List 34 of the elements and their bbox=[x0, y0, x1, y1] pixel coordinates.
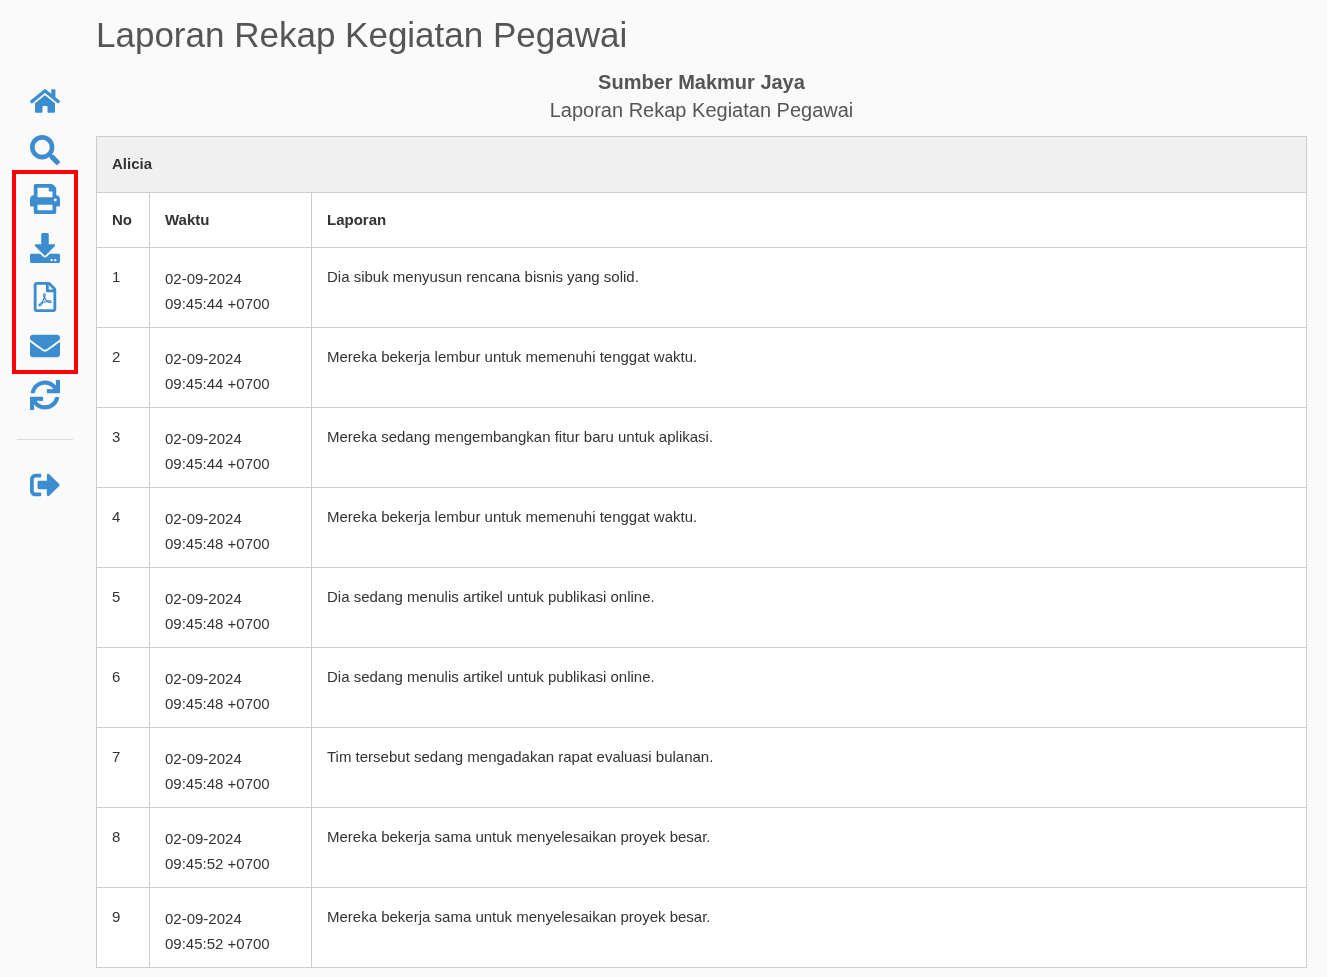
page-title: Laporan Rekap Kegiatan Pegawai bbox=[96, 14, 629, 56]
report-subtitle: Laporan Rekap Kegiatan Pegawai bbox=[549, 98, 854, 123]
table-cell: 8 bbox=[112, 828, 121, 845]
column-header: Laporan bbox=[327, 210, 387, 228]
table-cell-text: 02-09-2024 09:45:52 +0700 bbox=[165, 829, 271, 874]
table-cell-text: 02-09-2024 09:45:44 +0700 bbox=[165, 429, 271, 474]
table-cell: Mereka bekerja lembur untuk memenuhi tenggat waktu. bbox=[327, 348, 698, 365]
table-cell: Dia sibuk menyusun rencana bisnis yang solid. bbox=[327, 268, 639, 285]
column-header: No bbox=[112, 210, 132, 228]
table-cell: 4 bbox=[112, 508, 121, 525]
table-cell: 3 bbox=[112, 428, 121, 445]
table-cell: 2 bbox=[112, 348, 121, 365]
table-cell: Mereka bekerja lembur untuk memenuhi tenggat waktu. bbox=[327, 508, 698, 525]
table-cell: 6 bbox=[112, 668, 121, 685]
table-cell: 1 bbox=[112, 268, 121, 285]
group-header: Alicia bbox=[112, 155, 153, 173]
table-cell: 9 bbox=[112, 908, 121, 925]
table-cell: Dia sedang menulis artikel untuk publikasi online. bbox=[327, 668, 655, 685]
table-cell-text: 02-09-2024 09:45:52 +0700 bbox=[165, 909, 271, 954]
company-name: Sumber Makmur Jaya bbox=[598, 70, 805, 95]
table-cell-text: 02-09-2024 09:45:48 +0700 bbox=[165, 509, 271, 554]
table-cell: Mereka sedang mengembangkan fitur baru untuk aplikasi. bbox=[327, 428, 714, 445]
table-cell-text: 02-09-2024 09:45:44 +0700 bbox=[165, 349, 271, 394]
table-cell: 7 bbox=[112, 748, 121, 765]
table-cell-text: 02-09-2024 09:45:44 +0700 bbox=[165, 269, 271, 314]
table-cell-text: 02-09-2024 09:45:48 +0700 bbox=[165, 749, 271, 794]
column-header: Waktu bbox=[165, 210, 210, 228]
table-cell: 5 bbox=[112, 588, 121, 605]
table-cell: Mereka bekerja sama untuk menyelesaikan proyek besar. bbox=[327, 828, 711, 845]
table-cell: Dia sedang menulis artikel untuk publikasi online. bbox=[327, 588, 655, 605]
table-cell-text: 02-09-2024 09:45:48 +0700 bbox=[165, 669, 271, 714]
table-cell: Tim tersebut sedang mengadakan rapat evaluasi bulanan. bbox=[327, 748, 714, 765]
table-cell: Mereka bekerja sama untuk menyelesaikan proyek besar. bbox=[327, 908, 711, 925]
table-cell-text: 02-09-2024 09:45:48 +0700 bbox=[165, 589, 271, 634]
